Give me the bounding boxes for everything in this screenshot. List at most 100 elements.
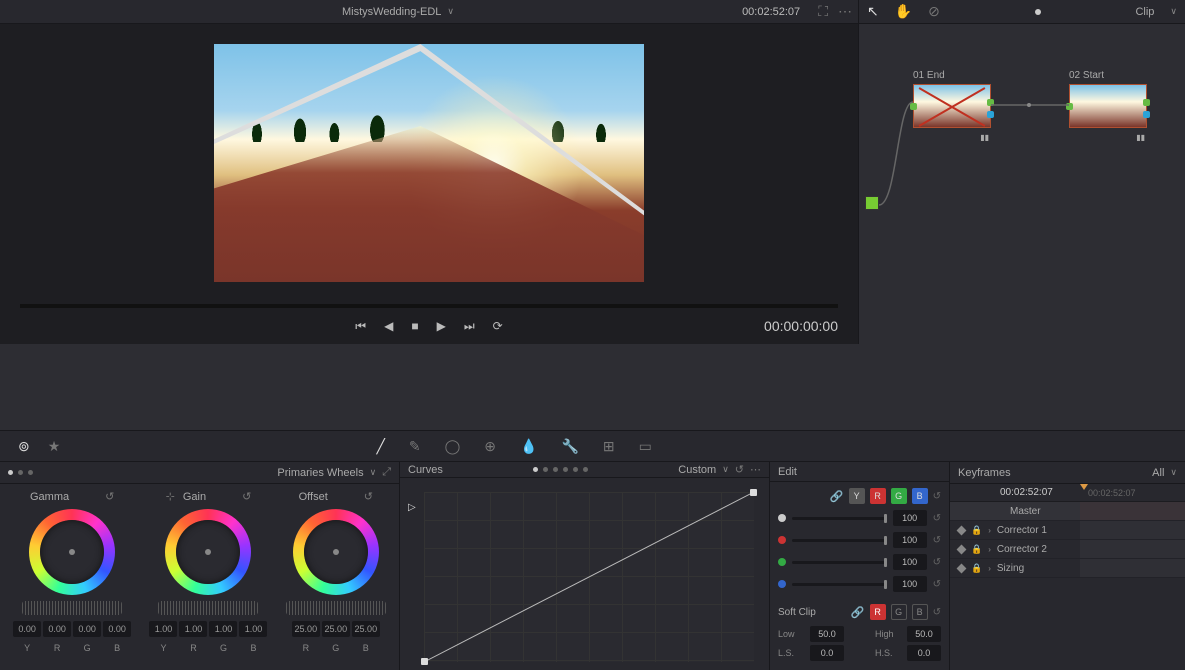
color-wheel[interactable] (29, 509, 115, 595)
step-back-button[interactable]: ◀ (384, 319, 393, 333)
kf-expand-icon[interactable]: › (988, 564, 991, 573)
softclip-gang-icon[interactable]: 🔗 (851, 606, 865, 619)
curve-point-white[interactable] (750, 489, 757, 496)
viewer-options-icon[interactable]: ⋯ (838, 3, 852, 20)
loop-button[interactable]: ⟳ (493, 319, 503, 333)
color-wheel[interactable] (165, 509, 251, 595)
channel-b-button[interactable]: B (912, 488, 928, 504)
channel-r-button[interactable]: R (870, 488, 886, 504)
color-wheel[interactable] (293, 509, 379, 595)
wheel-jog[interactable] (158, 601, 258, 615)
softclip-hs-value[interactable]: 0.0 (907, 645, 941, 661)
color-wheels-tab-icon[interactable]: ⊚ (18, 438, 30, 455)
intensity-g-slider[interactable] (792, 561, 887, 564)
intensity-y-slider[interactable] (792, 517, 887, 520)
curves-options-icon[interactable]: ⋯ (750, 463, 761, 476)
channel-y-button[interactable]: Y (849, 488, 865, 504)
channel-g-button[interactable]: G (891, 488, 907, 504)
tracking-tool-icon[interactable]: ⊕ (484, 438, 496, 455)
wheel-value[interactable]: 1.00 (209, 621, 237, 637)
softclip-b-button[interactable]: B (912, 604, 928, 620)
keyframes-filter[interactable]: All (1152, 467, 1164, 479)
kf-diamond-icon[interactable] (957, 563, 967, 573)
keyframes-filter-dropdown-icon[interactable]: ∨ (1170, 467, 1177, 478)
edit-reset-icon[interactable]: ↺ (933, 491, 941, 502)
node-01-thumb[interactable] (913, 84, 991, 128)
go-end-button[interactable]: ⏭ (464, 319, 475, 334)
node-graph[interactable]: 01 End ▮▮ 02 Start ▮▮ (858, 24, 1185, 344)
wheels-page-dots[interactable] (8, 470, 33, 475)
intensity-y-value[interactable]: 100 (893, 510, 927, 526)
node-02[interactable]: 02 Start ▮▮ (1069, 70, 1147, 128)
kf-lock-icon[interactable]: 🔒 (971, 544, 982, 555)
stereo-tool-icon[interactable]: ▭ (639, 438, 652, 455)
wheel-value[interactable]: 1.00 (179, 621, 207, 637)
go-start-button[interactable]: ⏮ (355, 319, 366, 334)
intensity-r-slider[interactable] (792, 539, 887, 542)
play-button[interactable]: ▶ (437, 319, 446, 333)
wheel-jog[interactable] (286, 601, 386, 615)
fullscreen-icon[interactable]: ⛶ (818, 3, 828, 20)
wheels-panel-title[interactable]: Primaries Wheels (277, 467, 363, 479)
qualifier-tool-icon[interactable]: ✎ (409, 438, 421, 455)
kf-lock-icon[interactable]: 🔒 (971, 563, 982, 574)
kf-expand-icon[interactable]: › (988, 526, 991, 535)
keyframes-ruler[interactable]: 00:02:52:07 00:02:52:07 (950, 484, 1185, 502)
node-mode-label[interactable]: Clip (1135, 6, 1154, 18)
wheel-jog[interactable] (22, 601, 122, 615)
curves-graph[interactable] (424, 492, 754, 662)
softclip-low-value[interactable]: 50.0 (810, 626, 844, 642)
intensity-y-reset[interactable]: ↺ (933, 513, 941, 524)
kf-diamond-icon[interactable] (957, 544, 967, 554)
keyframes-corrector1-row[interactable]: 🔒 › Corrector 1 (950, 521, 1185, 540)
keyframes-playhead-icon[interactable] (1080, 484, 1088, 490)
curves-mode-dropdown-icon[interactable]: ∨ (722, 464, 729, 475)
pan-tool-icon[interactable]: ✋ (895, 3, 912, 20)
wheel-value[interactable]: 1.00 (149, 621, 177, 637)
softclip-g-button[interactable]: G (891, 604, 907, 620)
title-dropdown-icon[interactable]: ∨ (447, 6, 454, 17)
keyframes-master-row[interactable]: Master (950, 502, 1185, 521)
curves-page-dots[interactable] (533, 467, 588, 472)
keyframes-sizing-row[interactable]: 🔒 › Sizing (950, 559, 1185, 578)
intensity-g-reset[interactable]: ↺ (933, 557, 941, 568)
softclip-r-button[interactable]: R (870, 604, 886, 620)
window-tool-icon[interactable]: ◯ (445, 438, 461, 455)
viewer-canvas[interactable] (0, 24, 858, 298)
intensity-r-value[interactable]: 100 (893, 532, 927, 548)
wheel-value[interactable]: 0.00 (103, 621, 131, 637)
wheel-value[interactable]: 0.00 (43, 621, 71, 637)
softclip-ls-value[interactable]: 0.0 (810, 645, 844, 661)
curves-mode[interactable]: Custom (678, 464, 716, 476)
kf-expand-icon[interactable]: › (988, 545, 991, 554)
kf-diamond-icon[interactable] (957, 525, 967, 535)
viewer-timecode[interactable]: 00:02:52:07 (742, 6, 800, 18)
intensity-b-reset[interactable]: ↺ (933, 579, 941, 590)
pointer-tool-icon[interactable]: ↖ (867, 3, 879, 20)
softclip-reset-icon[interactable]: ↺ (933, 607, 941, 618)
favorites-tab-icon[interactable]: ★ (48, 438, 61, 455)
sizing-tool-icon[interactable]: ⊞ (603, 438, 615, 455)
wheel-reset-icon[interactable]: ↺ (242, 490, 251, 503)
curve-y-handle-icon[interactable]: ▷ (408, 502, 416, 513)
node-02-thumb[interactable] (1069, 84, 1147, 128)
wheel-value[interactable]: 25.00 (322, 621, 350, 637)
picker-icon[interactable]: ⊹ (166, 490, 175, 503)
wheel-value[interactable]: 25.00 (352, 621, 380, 637)
node-source-chip[interactable] (865, 196, 879, 210)
softclip-high-value[interactable]: 50.0 (907, 626, 941, 642)
curves-tool-icon[interactable]: ╱ (376, 438, 384, 455)
intensity-b-slider[interactable] (792, 583, 887, 586)
timeline-strip[interactable] (0, 344, 1185, 430)
intensity-g-value[interactable]: 100 (893, 554, 927, 570)
curve-point-black[interactable] (421, 658, 428, 665)
wheel-reset-icon[interactable]: ↺ (105, 490, 114, 503)
wheel-reset-icon[interactable]: ↺ (364, 490, 373, 503)
wheel-value[interactable]: 0.00 (13, 621, 41, 637)
wheel-value[interactable]: 0.00 (73, 621, 101, 637)
wheel-value[interactable]: 1.00 (239, 621, 267, 637)
keyframes-corrector2-row[interactable]: 🔒 › Corrector 2 (950, 540, 1185, 559)
node-01[interactable]: 01 End ▮▮ (913, 70, 991, 128)
transport-timecode[interactable]: 00:00:00:00 (764, 318, 838, 334)
curves-reset-icon[interactable]: ↺ (735, 463, 744, 476)
